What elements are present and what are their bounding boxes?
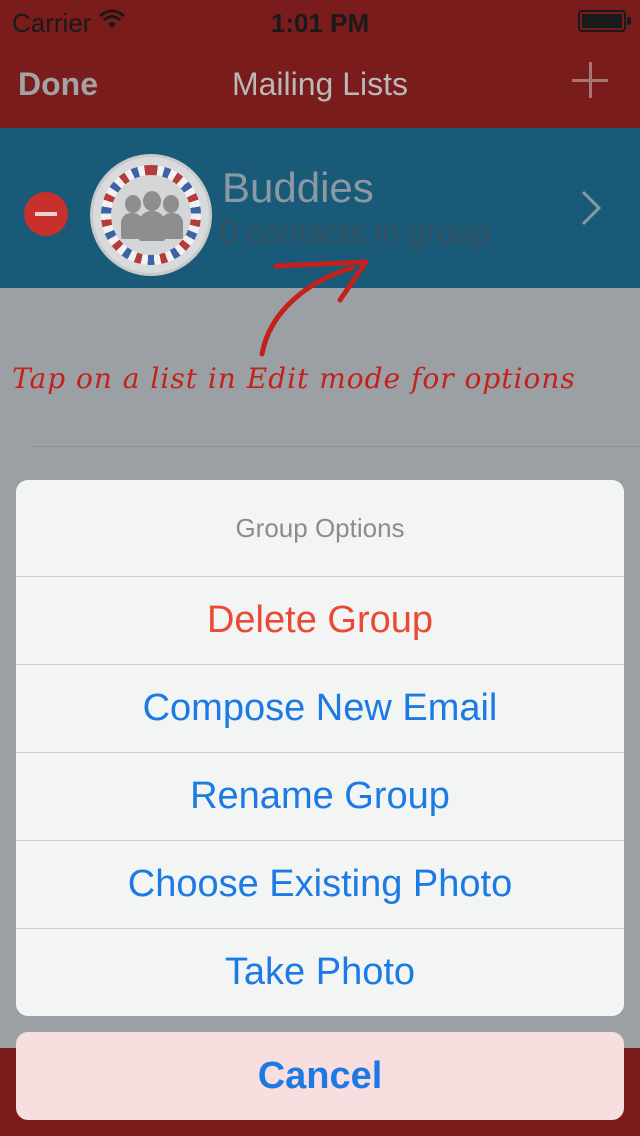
take-photo-button[interactable]: Take Photo xyxy=(16,928,624,1016)
status-bar: Carrier 1:01 PM xyxy=(0,0,640,40)
delete-group-button[interactable]: Delete Group xyxy=(16,576,624,664)
battery-icon xyxy=(578,10,631,32)
cancel-button[interactable]: Cancel xyxy=(16,1032,624,1120)
delete-minus-icon[interactable] xyxy=(24,192,68,236)
rename-group-button[interactable]: Rename Group xyxy=(16,752,624,840)
group-name: Buddies xyxy=(222,164,374,211)
compose-new-email-button[interactable]: Compose New Email xyxy=(16,664,624,752)
add-icon[interactable] xyxy=(570,60,610,100)
group-options-sheet: Group Options Delete Group Compose New E… xyxy=(16,480,624,1016)
group-avatar xyxy=(90,154,212,276)
choose-existing-photo-button[interactable]: Choose Existing Photo xyxy=(16,840,624,928)
group-contact-count: 0 contacts in group xyxy=(220,214,491,250)
page-title: Mailing Lists xyxy=(231,66,409,102)
navigation-bar: Carrier 1:01 PM Done Mailing Lists xyxy=(0,0,640,128)
sheet-title: Group Options xyxy=(235,512,405,543)
clock: 1:01 PM xyxy=(270,8,370,38)
hint-arrow-icon xyxy=(259,259,369,357)
chevron-right-icon xyxy=(581,190,602,226)
edit-mode-hint: Tap on a list in Edit mode for options xyxy=(12,362,576,395)
group-people-icon xyxy=(121,189,183,241)
list-divider xyxy=(30,446,640,447)
